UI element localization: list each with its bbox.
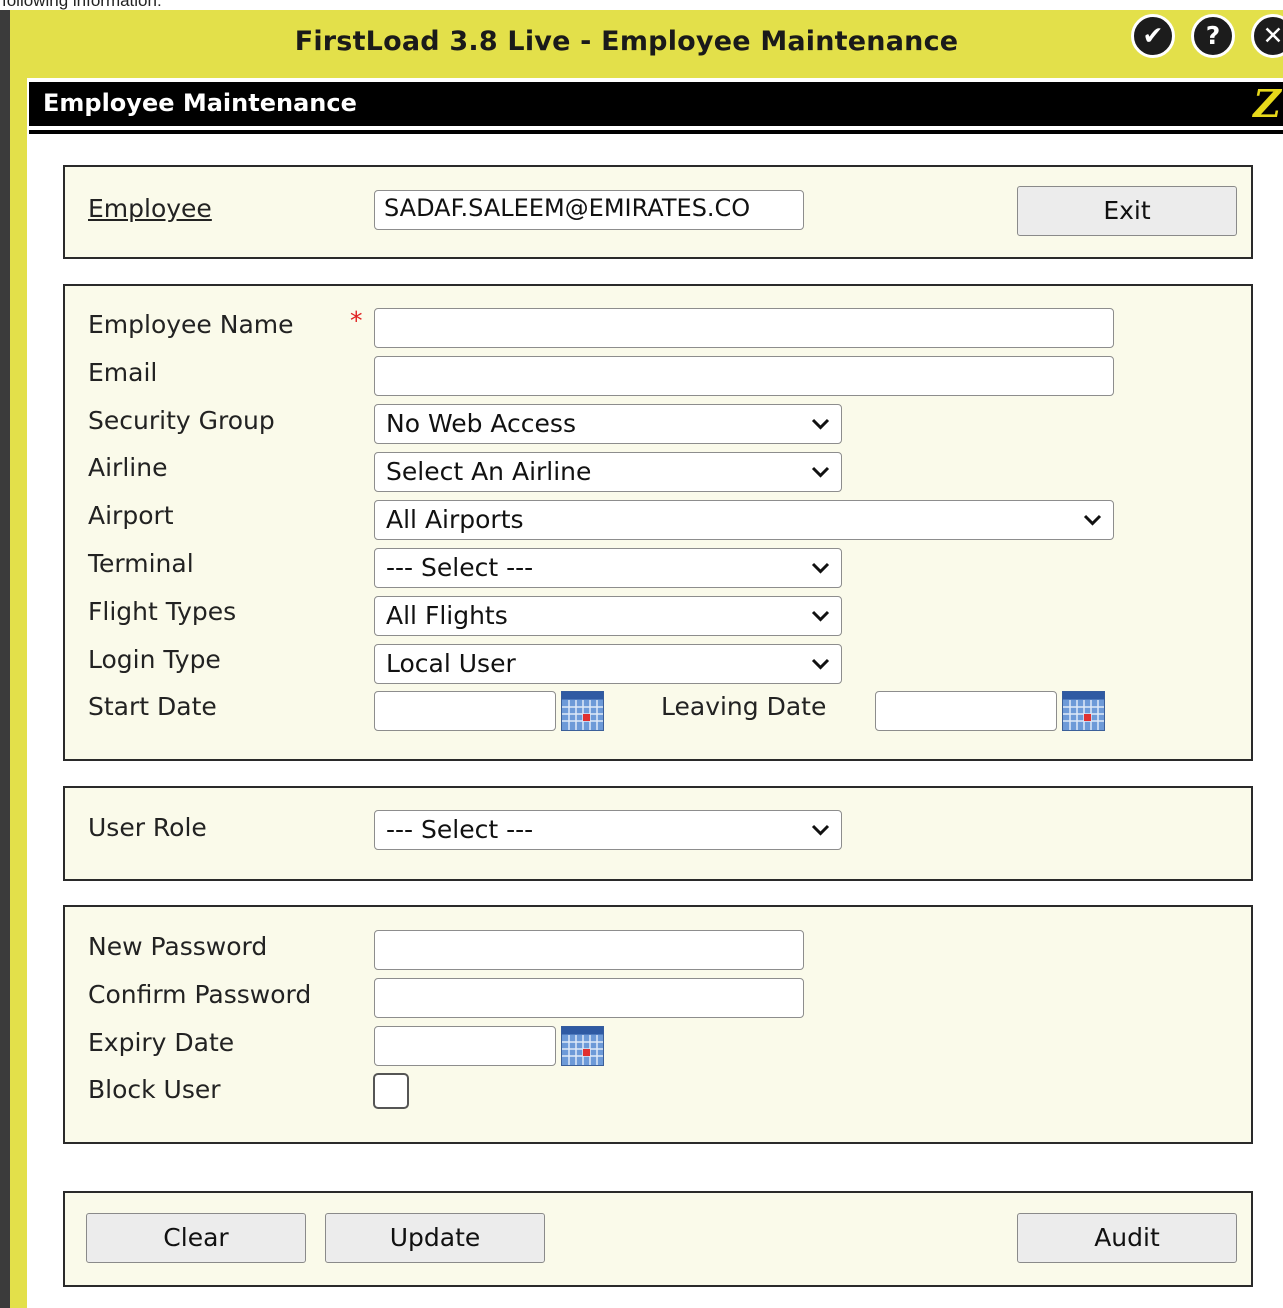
confirm-password-label: Confirm Password [88,980,312,1009]
security-group-label: Security Group [88,406,275,435]
block-user-checkbox[interactable] [373,1073,409,1109]
calendar-icon[interactable] [561,1026,604,1066]
airport-value: All Airports [386,505,524,534]
employee-name-label: Employee Name [88,310,294,339]
chevron-down-icon [811,466,830,478]
login-type-label: Login Type [88,645,221,674]
clear-button[interactable]: Clear [86,1213,306,1263]
content-area: Employee Maintenance Z Employee SADAF.SA… [27,78,1283,1308]
leaving-date-label: Leaving Date [661,692,827,721]
update-button[interactable]: Update [325,1213,545,1263]
security-group-value: No Web Access [386,409,576,438]
block-user-label: Block User [88,1075,221,1104]
employee-maintenance-window: FirstLoad 3.8 Live - Employee Maintenanc… [10,10,1283,1308]
check-circle-icon[interactable]: ✔ [1131,14,1175,58]
new-password-label: New Password [88,932,268,961]
background-page-strip: following information: [0,0,1283,10]
chevron-down-icon [811,824,830,836]
terminal-label: Terminal [88,549,194,578]
flight-types-select[interactable]: All Flights [374,596,842,636]
start-date-label: Start Date [88,692,217,721]
calendar-icon[interactable] [1062,691,1105,731]
required-marker: * [350,306,363,335]
background-edge [0,10,10,1308]
chevron-down-icon [811,610,830,622]
leaving-date-input[interactable] [875,691,1057,731]
section-header: Employee Maintenance Z [29,82,1283,126]
airline-label: Airline [88,453,168,482]
user-role-panel: User Role --- Select --- [63,786,1253,881]
window-title: FirstLoad 3.8 Live - Employee Maintenanc… [294,26,959,57]
flight-types-label: Flight Types [88,597,237,626]
airline-value: Select An Airline [386,457,592,486]
help-circle-icon[interactable]: ? [1191,14,1235,58]
login-type-value: Local User [386,649,516,678]
actions-panel: Clear Update Audit [63,1191,1253,1287]
chevron-down-icon [811,658,830,670]
password-panel: New Password Confirm Password Expiry Dat… [63,905,1253,1144]
airport-label: Airport [88,501,174,530]
employee-details-panel: Employee Name * Email Security Group No … [63,284,1253,761]
user-role-label: User Role [88,813,207,842]
chevron-down-icon [811,418,830,430]
airport-select[interactable]: All Airports [374,500,1114,540]
terminal-select[interactable]: --- Select --- [374,548,842,588]
employee-name-input[interactable] [374,308,1114,348]
email-label: Email [88,358,158,387]
audit-button[interactable]: Audit [1017,1213,1237,1263]
employee-link[interactable]: Employee [88,194,212,223]
chevron-down-icon [811,562,830,574]
section-header-title: Employee Maintenance [43,89,357,117]
z-logo-icon: Z [1253,81,1281,126]
title-bar[interactable]: FirstLoad 3.8 Live - Employee Maintenanc… [10,10,1283,78]
confirm-password-input[interactable] [374,978,804,1018]
chevron-down-icon [1083,514,1102,526]
user-role-value: --- Select --- [386,815,534,844]
user-role-select[interactable]: --- Select --- [374,810,842,850]
employee-panel: Employee SADAF.SALEEM@EMIRATES.CO Exit [63,165,1253,259]
expiry-date-label: Expiry Date [88,1028,235,1057]
new-password-input[interactable] [374,930,804,970]
background-text: following information: [2,0,162,10]
employee-input[interactable]: SADAF.SALEEM@EMIRATES.CO [374,190,804,230]
terminal-value: --- Select --- [386,553,534,582]
header-divider [29,130,1283,134]
calendar-icon[interactable] [561,691,604,731]
login-type-select[interactable]: Local User [374,644,842,684]
exit-button[interactable]: Exit [1017,186,1237,236]
flight-types-value: All Flights [386,601,508,630]
start-date-input[interactable] [374,691,556,731]
airline-select[interactable]: Select An Airline [374,452,842,492]
security-group-select[interactable]: No Web Access [374,404,842,444]
email-input[interactable] [374,356,1114,396]
expiry-date-input[interactable] [374,1026,556,1066]
